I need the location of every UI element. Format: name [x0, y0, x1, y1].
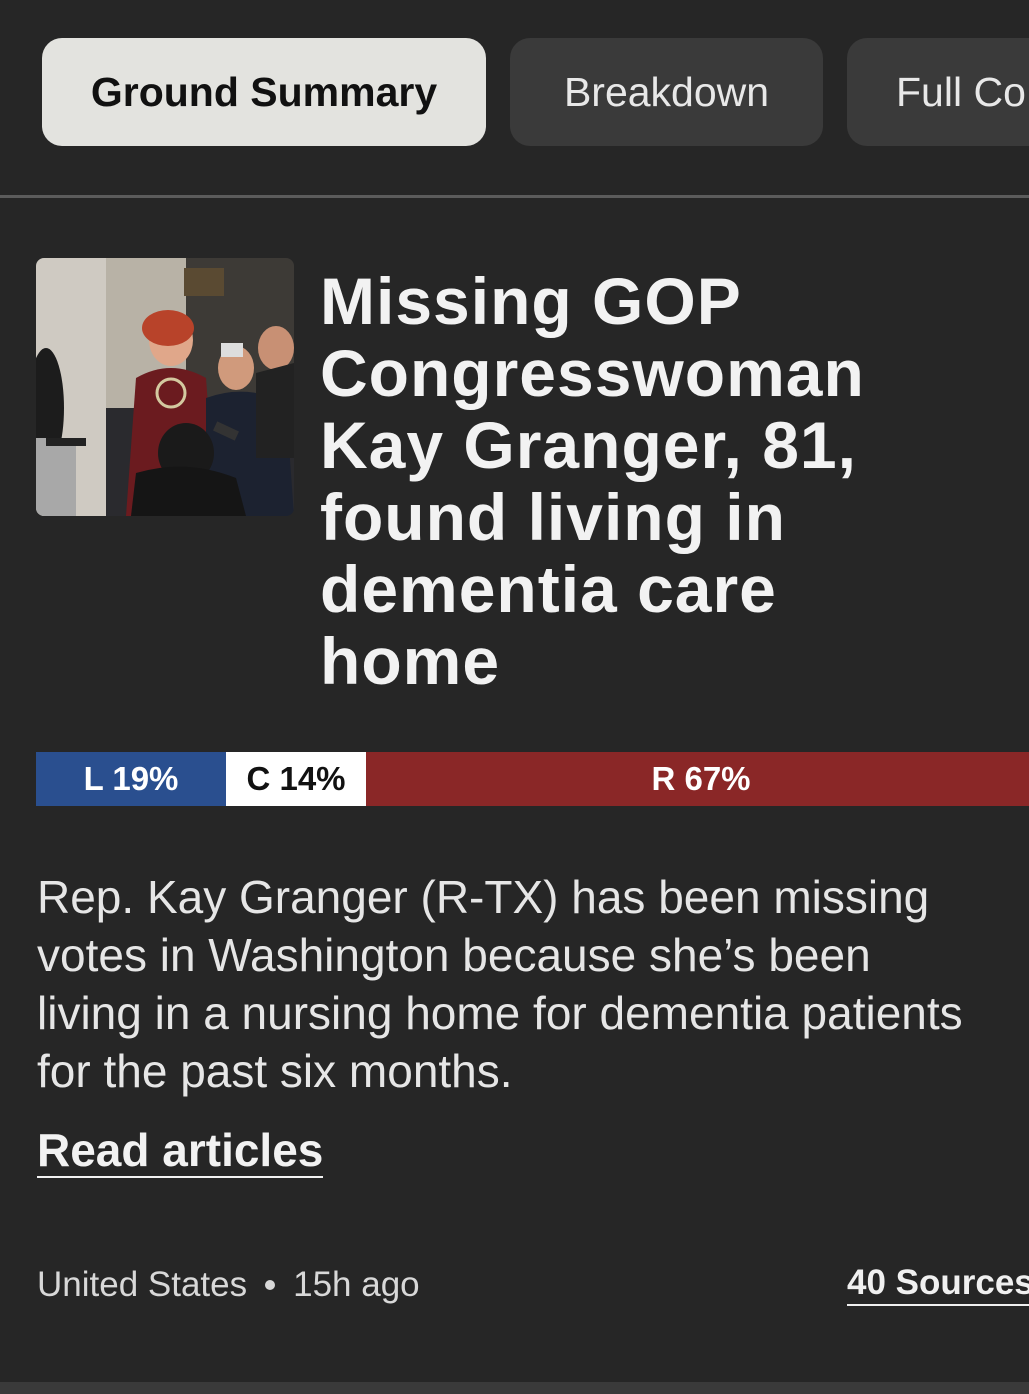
- story-summary: Rep. Kay Granger (R-TX) has been missing…: [37, 868, 1029, 1100]
- story-thumbnail[interactable]: [36, 258, 294, 516]
- tab-bar: Ground Summary Breakdown Full Co: [0, 38, 1029, 148]
- bias-left-segment: L 19%: [36, 752, 226, 806]
- tab-breakdown[interactable]: Breakdown: [510, 38, 823, 146]
- bottom-divider: [0, 1382, 1029, 1394]
- summary-line: for the past six months.: [37, 1045, 513, 1097]
- read-articles-link[interactable]: Read articles: [37, 1124, 324, 1178]
- sources-link[interactable]: 40 Sources: [847, 1262, 1029, 1306]
- story-photo-icon: [36, 258, 294, 516]
- summary-line: living in a nursing home for dementia pa…: [37, 987, 963, 1039]
- tab-ground-summary[interactable]: Ground Summary: [42, 38, 486, 146]
- divider: [0, 195, 1029, 198]
- story-headline[interactable]: Missing GOP Congresswoman Kay Granger, 8…: [320, 265, 960, 697]
- bias-center-segment: C 14%: [226, 752, 366, 806]
- bias-right-segment: R 67%: [366, 752, 1029, 806]
- bias-distribution-bar: L 19% C 14% R 67%: [36, 752, 1029, 806]
- summary-line: Rep. Kay Granger (R-TX) has been missing: [37, 871, 930, 923]
- timestamp: 15h ago: [293, 1265, 420, 1304]
- summary-line: votes in Washington because she’s been: [37, 929, 871, 981]
- story-meta: United States 15h ago: [37, 1265, 420, 1305]
- location-label: United States: [37, 1265, 248, 1304]
- tab-full-coverage[interactable]: Full Co: [847, 38, 1029, 146]
- separator-dot-icon: [265, 1280, 276, 1290]
